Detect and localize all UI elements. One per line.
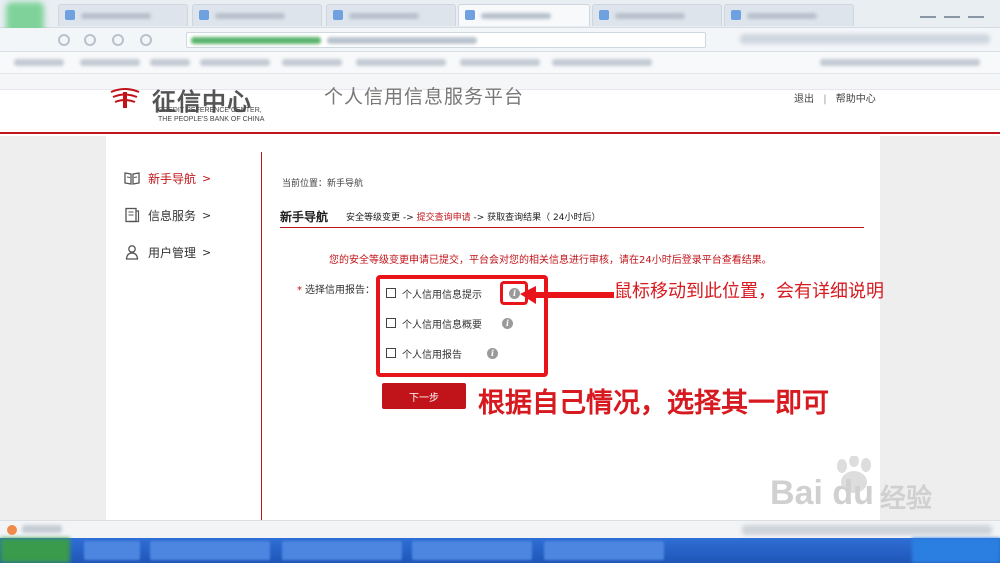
bookmark-item[interactable] [282, 59, 342, 66]
status-app-icon [7, 525, 17, 535]
status-notice: 您的安全等级变更申请已提交，平台会对您的相关信息进行审核，请在24小时后登录平台… [329, 255, 772, 266]
bookmark-item[interactable] [820, 59, 980, 66]
refresh-icon[interactable] [112, 34, 124, 46]
bookmark-item[interactable] [14, 59, 64, 66]
home-icon[interactable] [140, 34, 152, 46]
choose-hint-annotation: 根据自己情况，选择其一即可 [478, 388, 829, 419]
chevron-right-icon: > [202, 245, 212, 259]
watermark-cn: 经验 [880, 484, 933, 514]
logo-subtitle: CREDIT REFERENCE CENTER, THE PEOPLE'S BA… [158, 107, 265, 123]
tab-favicon-icon [599, 10, 609, 20]
step-flow: 安全等级变更 -> 提交查询申请 -> 获取查询结果（ 24小时后） [346, 210, 600, 223]
taskbar-item[interactable] [150, 541, 270, 560]
page-background-right [880, 136, 1000, 522]
sidebar-item-label: 新手导航 [148, 171, 197, 186]
page-background-left [0, 136, 106, 522]
required-mark: * [297, 285, 302, 296]
arrow-left-icon [520, 286, 614, 304]
bookmark-item[interactable] [460, 59, 540, 66]
tab-favicon-icon [731, 10, 741, 20]
sidebar-item-info-service[interactable]: 信息服务 > [124, 205, 211, 225]
system-tray[interactable] [912, 538, 1000, 563]
start-button[interactable] [0, 538, 70, 563]
browser-tab[interactable] [192, 4, 322, 26]
chevron-right-icon: > [202, 171, 212, 185]
sidebar-item-newbie-guide[interactable]: 新手导航 > [124, 168, 211, 188]
browser-address-bar [0, 28, 1000, 52]
sidebar-item-user-management[interactable]: 用户管理 > [124, 242, 211, 262]
browser-tab-active[interactable] [458, 4, 590, 26]
sidebar-item-label: 用户管理 [148, 245, 197, 260]
forward-icon[interactable] [84, 34, 96, 46]
header-links: 退出 | 帮助中心 [794, 90, 882, 105]
bookmark-item[interactable] [150, 59, 190, 66]
url-input[interactable] [186, 32, 706, 48]
browser-status-bar [0, 520, 1000, 538]
sidebar-divider [261, 152, 262, 520]
step-get-result: 获取查询结果（ 24小时后） [487, 213, 601, 223]
hover-hint-annotation: 鼠标移动到此位置，会有详细说明 [614, 281, 884, 302]
breadcrumb: 当前位置：新手导航 [282, 179, 364, 189]
user-icon [125, 245, 139, 260]
browser-toolbar-icons[interactable] [740, 34, 990, 44]
book-icon [124, 172, 140, 185]
bookmark-item[interactable] [356, 59, 446, 66]
link-separator: | [823, 94, 827, 105]
os-taskbar [0, 538, 1000, 563]
logout-link[interactable]: 退出 [794, 94, 814, 105]
browser-tab-bar [0, 0, 1000, 46]
bookmarks-bar [0, 52, 1000, 74]
tab-favicon-icon [65, 10, 75, 20]
help-center-link[interactable]: 帮助中心 [836, 94, 876, 105]
step-arrow: -> [402, 213, 414, 223]
step-submit-query: 提交查询申请 [416, 213, 471, 223]
window-controls[interactable] [912, 6, 992, 20]
back-icon[interactable] [58, 34, 70, 46]
taskbar-item[interactable] [282, 541, 402, 560]
bookmark-item[interactable] [200, 59, 270, 66]
browser-tab[interactable] [592, 4, 722, 26]
browser-tab[interactable] [58, 4, 188, 26]
document-icon [125, 207, 140, 223]
site-header: 征信中心 CREDIT REFERENCE CENTER, THE PEOPLE… [0, 86, 1000, 134]
step-arrow: -> [473, 213, 485, 223]
step-header: 新手导航 安全等级变更 -> 提交查询申请 -> 获取查询结果（ 24小时后） [280, 206, 864, 228]
chevron-right-icon: > [202, 208, 212, 222]
tab-favicon-icon [199, 10, 209, 20]
sidebar-menu: 新手导航 > 信息服务 > 用户管理 > [106, 152, 258, 520]
browser-tab[interactable] [326, 4, 456, 26]
credit-center-logo-icon [110, 88, 140, 108]
status-bar-icons[interactable] [742, 525, 992, 535]
taskbar-quicklaunch[interactable] [84, 541, 140, 560]
bookmark-item[interactable] [80, 59, 140, 66]
tab-favicon-icon [465, 10, 475, 20]
bookmark-item[interactable] [552, 59, 652, 66]
next-step-button[interactable]: 下一步 [382, 383, 466, 409]
step-security-change: 安全等级变更 [346, 213, 401, 223]
watermark-latin: Bai du [770, 474, 874, 512]
platform-title: 个人信用信息服务平台 [324, 86, 525, 108]
browser-tab[interactable] [724, 4, 854, 26]
sidebar-item-label: 信息服务 [148, 208, 197, 223]
taskbar-item[interactable] [544, 541, 664, 560]
tab-favicon-icon [333, 10, 343, 20]
report-field-label: * 选择信用报告： [297, 285, 375, 296]
page-title: 新手导航 [280, 210, 329, 224]
taskbar-item[interactable] [412, 541, 532, 560]
